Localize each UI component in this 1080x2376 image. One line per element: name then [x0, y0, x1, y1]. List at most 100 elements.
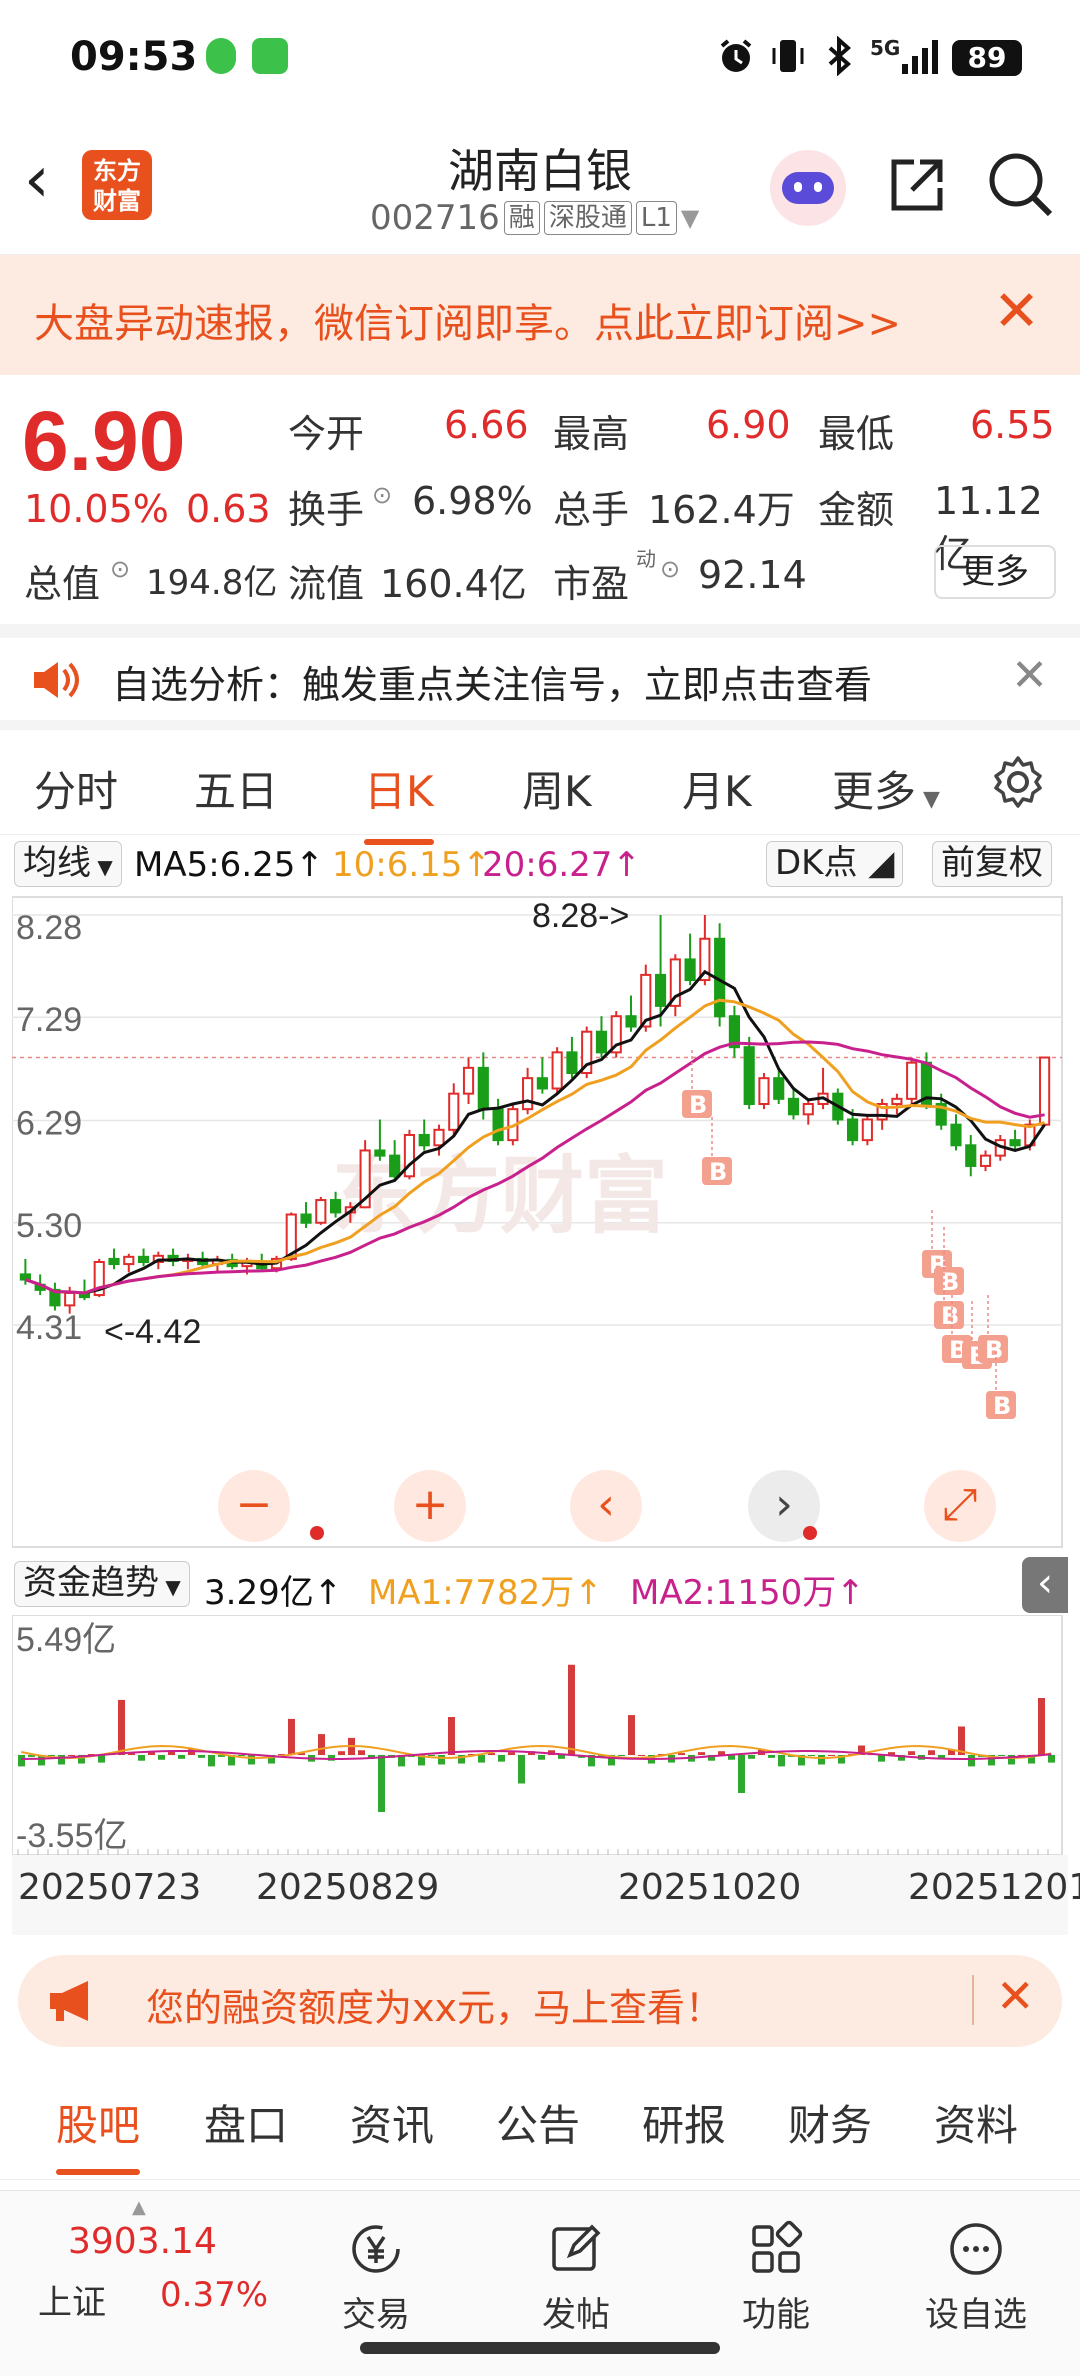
date-axis: 20250723 20250829 20251020 20251201 — [12, 1855, 1080, 1935]
fund-selector[interactable]: 资金趋势 ▼ — [14, 1561, 190, 1607]
kline-chart[interactable]: 8.28 7.29 6.29 5.30 4.31 东方财富 8.28-> <-4.42 B B B B… — [11, 895, 1068, 1550]
buy-marker-label: B — [689, 1091, 707, 1119]
alarm-icon — [720, 39, 752, 72]
candle-body — [787, 1097, 800, 1116]
candle-body — [433, 1128, 445, 1147]
tab-intraday[interactable]: 分时 — [34, 758, 118, 819]
nav-functions[interactable]: 功能 — [706, 2219, 846, 2336]
min-annotation: <-4.42 — [104, 1313, 201, 1351]
y-axis-label: 6.29 — [16, 1105, 82, 1143]
stock-subtitle[interactable]: 002716 融 深股通 L1 ▼ — [370, 198, 699, 238]
candle-body — [64, 1291, 76, 1307]
fund-value-text: 3.29亿 — [204, 1573, 314, 1613]
close-icon[interactable]: ✕ — [996, 1969, 1035, 2023]
candle-body — [861, 1118, 873, 1142]
fund-ma2-text: MA2:1150万 — [630, 1573, 837, 1613]
connect-tag: 深股通 — [543, 201, 632, 235]
buy-marker-label: B — [709, 1158, 727, 1186]
info-icon[interactable]: ⊙ — [660, 555, 680, 583]
fund-bar — [198, 1755, 205, 1758]
nav-add-watchlist[interactable]: 设自选 — [906, 2219, 1046, 2336]
tab-research[interactable]: 研报 — [642, 2092, 726, 2153]
candle-body — [448, 1092, 460, 1131]
fund-bar — [768, 1755, 775, 1758]
buy-marker-label: B — [941, 1302, 959, 1330]
index-value[interactable]: 3903.14 — [68, 2221, 217, 2262]
open-label: 今开 — [288, 412, 365, 456]
date-tick: 20251201 — [908, 1867, 1080, 1908]
share-icon[interactable] — [884, 152, 950, 218]
active-underline — [56, 2169, 141, 2175]
tab-finance[interactable]: 财务 — [788, 2092, 872, 2153]
indicator-dot — [310, 1526, 324, 1540]
zoom-out-button[interactable]: − — [218, 1470, 290, 1542]
zoom-in-button[interactable]: + — [394, 1470, 466, 1542]
search-icon[interactable] — [986, 150, 1056, 220]
tab-5day[interactable]: 五日 — [194, 758, 278, 819]
mktcap-value: 194.8亿 — [146, 563, 278, 603]
adjust-button[interactable]: 前复权 — [932, 841, 1052, 887]
candle-body — [389, 1154, 401, 1178]
fund-bar — [808, 1755, 815, 1756]
collapse-panel-button[interactable]: ‹ — [1022, 1557, 1068, 1613]
fund-bar — [518, 1755, 525, 1784]
tab-profile[interactable]: 资料 — [934, 2092, 1018, 2153]
tab-weekly-k[interactable]: 周K — [522, 758, 592, 819]
tab-announcements[interactable]: 公告 — [496, 2092, 580, 2153]
fund-bar — [998, 1755, 1005, 1756]
fund-bar — [238, 1755, 245, 1756]
date-tick: 20251020 — [618, 1867, 802, 1908]
fund-ma1-text: MA1:7782万 — [368, 1573, 575, 1613]
bluetooth-icon — [828, 36, 852, 76]
fund-flow-chart[interactable]: 5.49亿 -3.55亿 — [11, 1614, 1068, 1856]
kline-svg: 8.287.296.295.304.31东方财富8.28-><-4.42BBBB… — [11, 896, 1063, 1548]
fund-bar — [538, 1755, 545, 1760]
divider — [0, 624, 1080, 638]
dropdown-triangle-icon: ▼ — [159, 1575, 181, 1599]
network-type: 5G — [870, 36, 901, 60]
nav-post[interactable]: 发帖 — [506, 2219, 646, 2336]
megaphone-icon — [50, 1981, 88, 2021]
tab-monthly-k[interactable]: 月K — [682, 758, 752, 819]
high-value: 6.90 — [706, 403, 791, 447]
robot-avatar-icon[interactable] — [770, 150, 846, 226]
amount-label: 金额 — [818, 488, 895, 532]
tab-pankou[interactable]: 盘口 — [204, 2092, 288, 2153]
subscribe-banner[interactable]: 大盘异动速报，微信订阅即享。点此立即订阅>> ✕ — [0, 255, 1080, 375]
fund-bar — [18, 1755, 25, 1767]
watermark: 东方财富 — [332, 1147, 668, 1245]
ma-selector-label: 均线 — [23, 843, 91, 883]
tab-news[interactable]: 资讯 — [350, 2092, 434, 2153]
signal-alert[interactable]: 自选分析：触发重点关注信号，立即点击查看 ✕ — [0, 638, 1080, 720]
max-annotation: 8.28-> — [532, 897, 629, 935]
dk-button[interactable]: DK点 ◢ — [766, 841, 904, 887]
date-tick: 20250723 — [18, 1867, 202, 1908]
fund-bar — [318, 1734, 325, 1755]
expand-triangle-icon[interactable]: ▲ — [132, 2197, 146, 2218]
fund-bar — [478, 1755, 485, 1763]
close-icon[interactable]: ✕ — [1011, 650, 1048, 701]
gear-icon[interactable] — [990, 754, 1046, 810]
fund-bar — [498, 1755, 505, 1762]
fund-bar — [68, 1755, 75, 1756]
fund-frame — [11, 1614, 1063, 1856]
tab-guba[interactable]: 股吧 — [56, 2092, 141, 2175]
fund-bar — [448, 1717, 455, 1755]
candle-body — [315, 1199, 327, 1224]
nav-post-label: 发帖 — [542, 2295, 610, 2335]
tab-more[interactable]: 更多 ▼ — [832, 758, 940, 819]
more-button[interactable]: 更多 — [934, 545, 1056, 599]
info-icon[interactable]: ⊙ — [372, 481, 392, 509]
tab-daily-k[interactable]: 日K — [364, 758, 434, 845]
scroll-left-button[interactable]: ‹ — [570, 1470, 642, 1542]
candle-body — [108, 1257, 120, 1266]
candle-body — [654, 973, 667, 1007]
financing-promo[interactable]: 您的融资额度为xx元，马上查看！ ✕ — [18, 1955, 1062, 2047]
close-icon[interactable]: ✕ — [993, 279, 1040, 344]
clock: 09:53 — [70, 34, 198, 80]
nav-trade[interactable]: 交易 — [306, 2219, 446, 2336]
fullscreen-icon[interactable]: ⤢ — [924, 1470, 996, 1542]
index-change: 0.37% — [160, 2275, 269, 2315]
ma-selector[interactable]: 均线 ▼ — [14, 841, 122, 887]
info-icon[interactable]: ⊙ — [110, 555, 130, 583]
